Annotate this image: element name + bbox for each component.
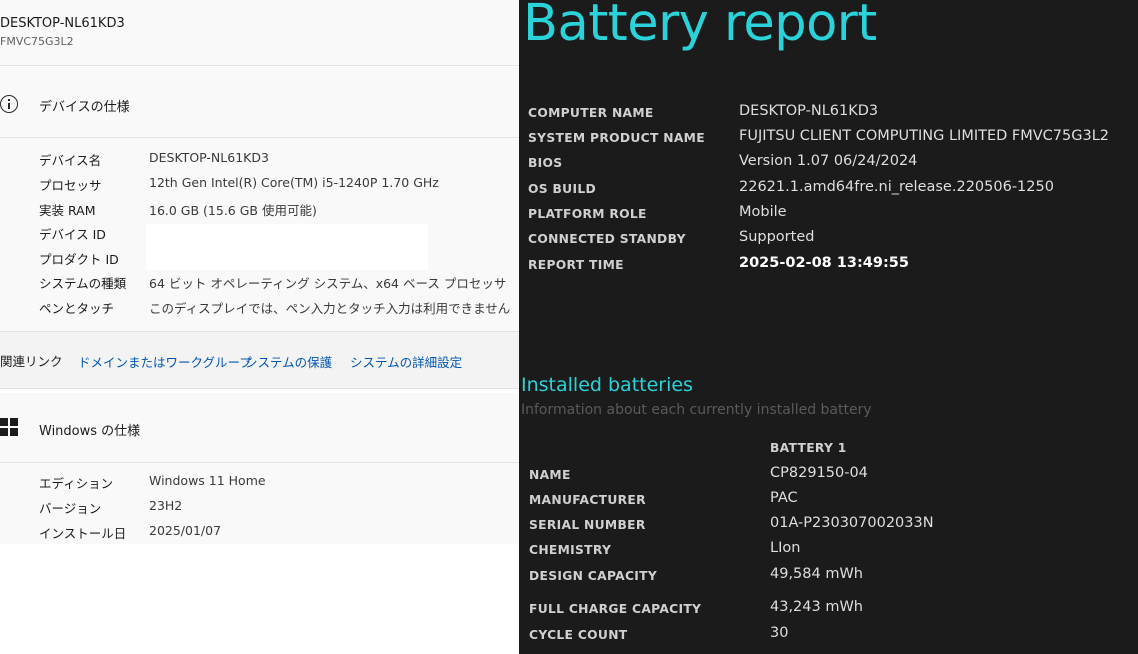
spec-value: 64 ビット オペレーティング システム、x64 ベース プロセッサ [149, 276, 507, 291]
battery-key: CHEMISTRY [529, 543, 612, 557]
info-key: PLATFORM ROLE [528, 207, 647, 221]
installed-batteries-subtitle: Information about each currently install… [521, 402, 872, 418]
link-domain-workgroup[interactable]: ドメインまたはワークグループ [78, 352, 252, 371]
spec-label: システムの種類 [39, 276, 127, 291]
link-system-protection[interactable]: システムの保護 [245, 352, 332, 371]
spec-label: エディション [39, 476, 114, 491]
battery-key: MANUFACTURER [529, 493, 646, 507]
spec-label: プロダクト ID [39, 252, 119, 267]
info-key: COMPUTER NAME [528, 106, 654, 120]
spec-label: デバイス名 [39, 153, 102, 168]
battery-column-header: BATTERY 1 [770, 441, 847, 455]
battery-key: DESIGN CAPACITY [529, 569, 658, 583]
battery-key: NAME [529, 468, 571, 482]
spec-label: バージョン [39, 501, 102, 516]
battery-value: 01A-P230307002033N [770, 515, 934, 531]
spec-label: インストール日 [39, 526, 127, 541]
info-value: FUJITSU CLIENT COMPUTING LIMITED FMVC75G… [739, 128, 1110, 144]
spec-value: 12th Gen Intel(R) Core(TM) i5-1240P 1.70… [149, 175, 439, 190]
link-advanced-system-settings[interactable]: システムの詳細設定 [350, 352, 462, 371]
info-key: BIOS [528, 156, 563, 170]
info-key: REPORT TIME [528, 258, 624, 272]
info-value: Mobile [739, 204, 787, 220]
system-about-panel: DESKTOP-NL61KD3 FMVC75G3L2 デバイスの仕様 デバイス名… [0, 0, 519, 654]
windows-logo-icon [0, 418, 18, 436]
device-spec-header[interactable]: デバイスの仕様 [0, 67, 519, 138]
related-links-bar: 関連リンク ドメインまたはワークグループ システムの保護 システムの詳細設定 [0, 331, 519, 389]
battery-key: CYCLE COUNT [529, 628, 628, 642]
battery-value: PAC [770, 490, 798, 506]
battery-key: FULL CHARGE CAPACITY [529, 602, 702, 616]
info-value: Version 1.07 06/24/2024 [739, 153, 918, 169]
info-value: DESKTOP-NL61KD3 [739, 103, 879, 119]
windows-spec-title: Windows の仕様 [39, 424, 141, 439]
spec-label: ペンとタッチ [39, 301, 115, 316]
installed-batteries-title: Installed batteries [521, 374, 693, 396]
spec-label: 実装 RAM [39, 203, 96, 218]
spec-value: Windows 11 Home [149, 473, 266, 488]
battery-report-panel: Battery report COMPUTER NAME DESKTOP-NL6… [519, 0, 1138, 654]
battery-value: CP829150-04 [770, 465, 868, 481]
windows-spec-card: Windows の仕様 [0, 393, 519, 544]
info-icon [0, 95, 18, 113]
info-key: OS BUILD [528, 182, 596, 196]
info-value: 2025-02-08 13:49:55 [739, 255, 909, 271]
battery-value: 30 [770, 625, 789, 641]
spec-value: DESKTOP-NL61KD3 [149, 150, 269, 165]
report-title: Battery report [523, 0, 877, 53]
info-value: 22621.1.amd64fre.ni_release.220506-1250 [739, 179, 1054, 195]
spec-label: デバイス ID [39, 227, 106, 242]
spec-value: 2025/01/07 [149, 523, 222, 538]
info-key: CONNECTED STANDBY [528, 232, 686, 246]
battery-key: SERIAL NUMBER [529, 518, 646, 532]
spec-label: プロセッサ [39, 178, 102, 193]
spec-value: 23H2 [149, 498, 183, 513]
info-key: SYSTEM PRODUCT NAME [528, 131, 705, 145]
battery-value: 43,243 mWh [770, 599, 863, 615]
related-links-label: 関連リンク [0, 354, 63, 369]
device-spec-title: デバイスの仕様 [39, 100, 130, 115]
windows-spec-header[interactable]: Windows の仕様 [0, 393, 519, 463]
spec-value: このディスプレイでは、ペン入力とタッチ入力は利用できません [149, 301, 511, 316]
device-name: DESKTOP-NL61KD3 [0, 16, 125, 31]
device-model: FMVC75G3L2 [0, 35, 74, 48]
battery-value: 49,584 mWh [770, 566, 863, 582]
redaction-box [146, 224, 428, 270]
device-header: DESKTOP-NL61KD3 FMVC75G3L2 [0, 0, 519, 66]
info-value: Supported [739, 229, 815, 245]
battery-value: LIon [770, 540, 801, 556]
spec-value: 16.0 GB (15.6 GB 使用可能) [149, 203, 317, 218]
